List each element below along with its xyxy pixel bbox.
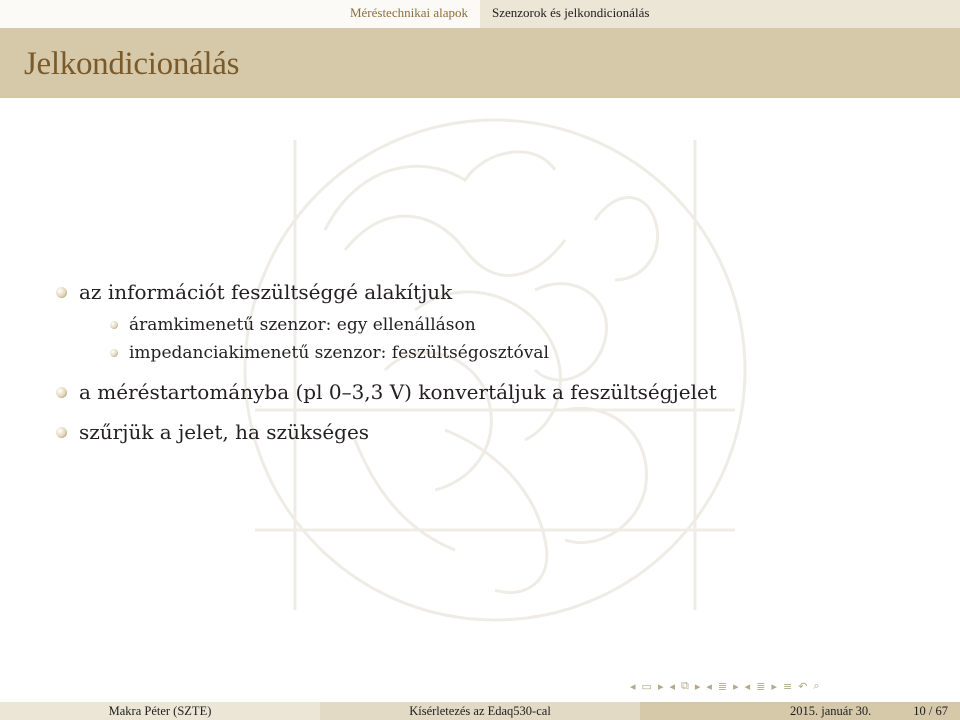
ball-bullet-icon <box>56 286 67 298</box>
list-item: a méréstartományba (pl 0–3,3 V) konvertá… <box>56 380 717 404</box>
subsection-icon[interactable]: ⧉ <box>681 679 689 693</box>
right-arrow-icon[interactable]: ▸ <box>695 680 701 693</box>
section-icon[interactable]: ≣ <box>718 680 727 693</box>
ball-bullet-icon <box>56 386 67 398</box>
right-arrow-icon[interactable]: ▸ <box>733 680 739 693</box>
footer-right: 2015. január 30. 10 / 67 <box>640 702 960 720</box>
list-item-text: szűrjük a jelet, ha szükséges <box>79 420 370 444</box>
ball-bullet-icon <box>56 426 67 438</box>
sub-list-item: áramkimenetű szenzor: egy ellenálláson <box>110 315 476 335</box>
section-icon[interactable]: ≣ <box>756 680 765 693</box>
frame-icon[interactable]: ▭ <box>642 680 652 693</box>
search-icon[interactable]: ⌕ <box>813 679 819 693</box>
left-arrow-icon[interactable]: ◂ <box>630 680 636 693</box>
list-item: szűrjük a jelet, ha szükséges <box>56 420 369 444</box>
list-item-text: az információt feszültséggé alakítjuk <box>79 280 453 304</box>
footer-page-number: 10 / 67 <box>913 704 948 718</box>
align-icon[interactable]: ≡ <box>783 680 792 693</box>
sub-list-item-text: impedanciakimenetű szenzor: feszültségos… <box>129 343 549 363</box>
footer-author: Makra Péter (SZTE) <box>0 702 320 720</box>
left-arrow-icon[interactable]: ◂ <box>669 680 675 693</box>
left-arrow-icon[interactable]: ◂ <box>745 680 751 693</box>
footer-title: Kísérletezés az Edaq530-cal <box>320 702 640 720</box>
footer: Makra Péter (SZTE) Kísérletezés az Edaq5… <box>0 702 960 720</box>
small-ball-bullet-icon <box>110 349 118 357</box>
left-arrow-icon[interactable]: ◂ <box>706 680 712 693</box>
undo-icon[interactable]: ↶ <box>798 680 807 693</box>
right-arrow-icon[interactable]: ▸ <box>771 680 777 693</box>
list-item-text: a méréstartományba (pl 0–3,3 V) konvertá… <box>79 380 717 404</box>
small-ball-bullet-icon <box>110 321 118 329</box>
right-arrow-icon[interactable]: ▸ <box>658 680 664 693</box>
sub-list-item-text: áramkimenetű szenzor: egy ellenálláson <box>129 315 476 335</box>
list-item: az információt feszültséggé alakítjuk <box>56 280 452 304</box>
footer-date: 2015. január 30. <box>790 704 872 718</box>
navigation-symbols: ◂ ▭ ▸ ◂ ⧉ ▸ ◂ ≣ ▸ ◂ ≣ ▸ ≡ ↶ ⌕ <box>630 676 820 696</box>
sub-list-item: impedanciakimenetű szenzor: feszültségos… <box>110 343 549 363</box>
frame-content: az információt feszültséggé alakítjuk ár… <box>0 0 960 720</box>
